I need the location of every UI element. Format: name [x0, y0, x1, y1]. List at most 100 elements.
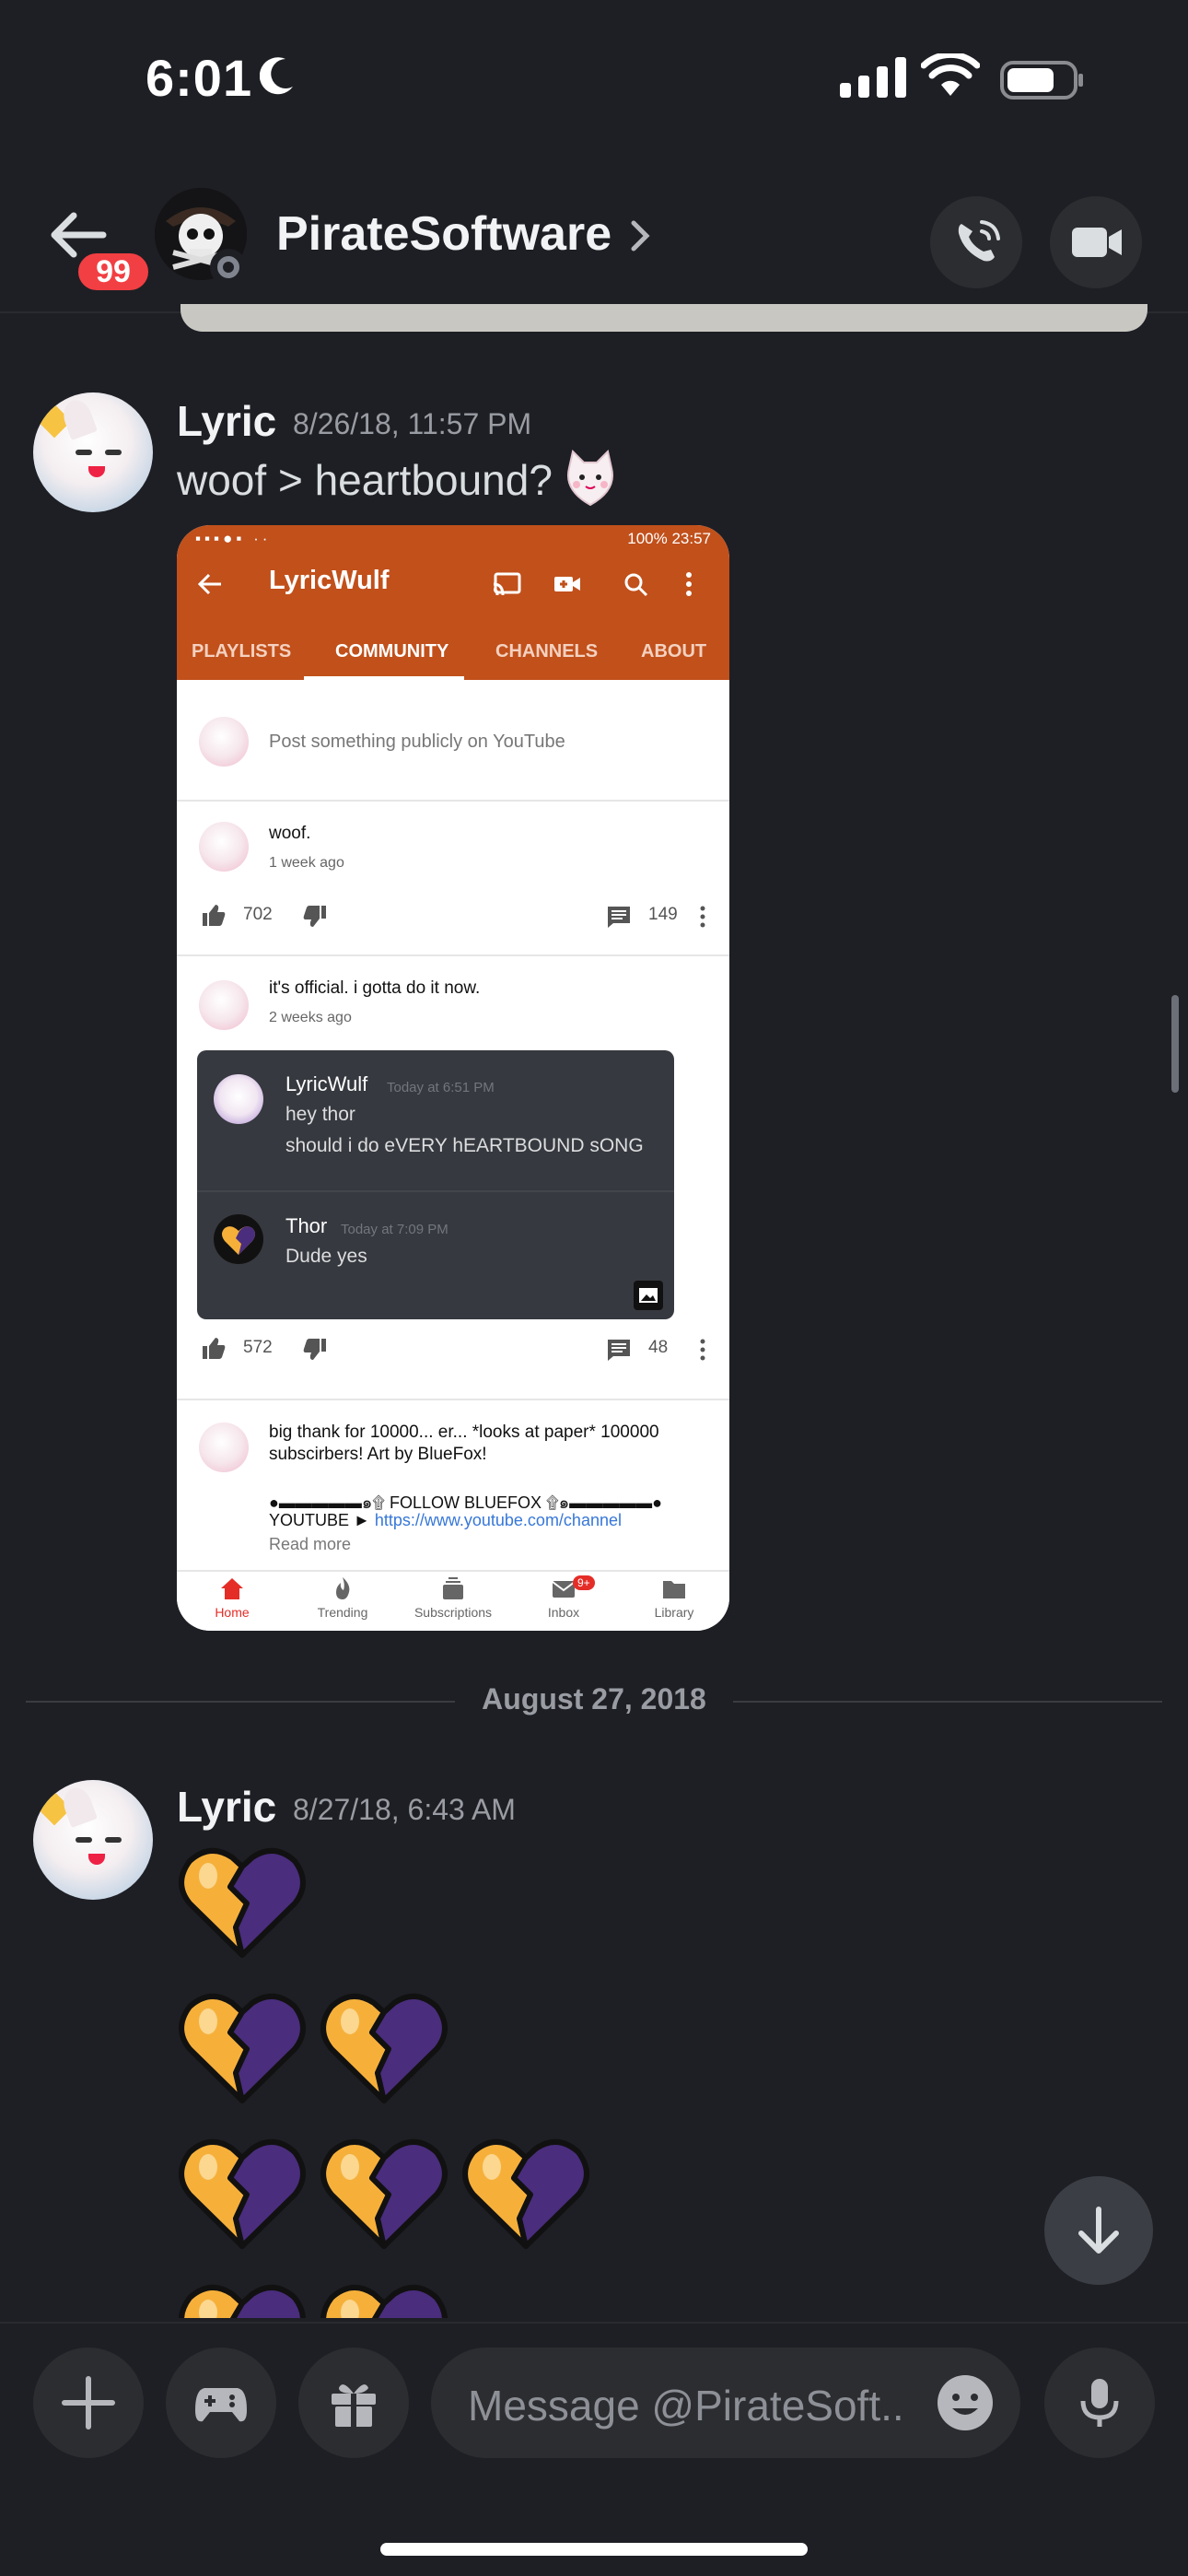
broken-heart-emoji-icon	[320, 1994, 448, 2103]
yt-status-bar: ▪▪▪●▪ ·· 100% 23:57	[177, 525, 729, 553]
cast-icon	[493, 572, 521, 596]
yt-post-text: subscirbers! Art by BlueFox!	[269, 1445, 487, 1464]
offline-status-indicator	[210, 249, 247, 286]
yt-post: big thank for 10000... er... *looks at p…	[177, 1400, 729, 1570]
broken-heart-emoji-icon	[320, 2139, 448, 2249]
flame-icon	[336, 1577, 350, 1599]
gift-icon	[332, 2384, 376, 2427]
video-camera-icon	[1072, 228, 1122, 257]
home-indicator[interactable]	[380, 2543, 808, 2556]
yt-link-prefix: YOUTUBE ►	[269, 1511, 375, 1529]
yt-nav-label: Home	[215, 1605, 250, 1620]
microphone-icon	[1080, 2379, 1119, 2427]
yt-post-age: 1 week ago	[269, 855, 344, 871]
discord-screenshot-embed: LyricWulf Today at 6:51 PM hey thor shou…	[197, 1050, 674, 1319]
previous-image-attachment[interactable]	[181, 304, 1147, 332]
lyric-avatar[interactable]	[33, 392, 153, 512]
yt-tab-playlists: PLAYLISTS	[192, 641, 292, 662]
comment-icon	[608, 907, 630, 928]
yt-nav-subscriptions: Subscriptions	[398, 1575, 508, 1620]
subscriptions-icon	[443, 1577, 463, 1599]
yt-post-text: woof.	[269, 824, 311, 843]
embed-line: should i do eVERY hEARTBOUND sONG	[285, 1135, 644, 1156]
more-vertical-icon	[700, 1339, 705, 1361]
yt-comment-count: 48	[648, 1338, 669, 1357]
message-timestamp: 8/27/18, 6:43 AM	[293, 1793, 516, 1826]
yt-post-prompt-row: Post something publicly on YouTube	[177, 680, 729, 802]
date-divider: August 27, 2018	[26, 1682, 1162, 1715]
unread-badge: 99	[74, 249, 153, 295]
message-text: woof > heartbound?	[177, 456, 553, 504]
yt-post: woof. 1 week ago 702 149	[177, 802, 729, 956]
heart-icon	[222, 1226, 255, 1255]
image-attachment[interactable]: ▪▪▪●▪ ·· 100% 23:57 LyricWulf PLAYLISTS …	[177, 525, 729, 1631]
message-input[interactable]: Message @PirateSoft...	[431, 2348, 1020, 2458]
thumbs-down-icon	[303, 906, 326, 927]
comment-icon	[608, 1340, 630, 1361]
emoji-picker-icon[interactable]	[936, 2373, 995, 2432]
chevron-right-icon[interactable]	[628, 217, 652, 254]
thumbs-up-icon	[203, 905, 226, 926]
yt-channel-title: LyricWulf	[269, 566, 390, 595]
yt-like-count: 702	[243, 905, 273, 924]
message-composer: Message @PirateSoft...	[0, 2322, 1188, 2576]
embed-time-2: Today at 7:09 PM	[341, 1222, 448, 1237]
yt-like-count: 572	[243, 1338, 273, 1357]
yt-header: ▪▪▪●▪ ·· 100% 23:57 LyricWulf PLAYLISTS …	[177, 525, 729, 680]
yt-comment-count: 149	[648, 905, 678, 924]
video-call-button[interactable]	[1050, 196, 1142, 288]
embed-author-1: LyricWulf	[285, 1072, 368, 1095]
more-vertical-icon	[686, 572, 692, 596]
embed-avatar-thor	[214, 1214, 263, 1264]
yt-nav-trending: Trending	[287, 1575, 398, 1620]
thumbs-down-icon	[303, 1339, 326, 1360]
phone-icon	[958, 220, 1000, 262]
folder-icon	[663, 1581, 685, 1598]
cellular-signal-icon	[840, 57, 906, 98]
yt-tab-about: ABOUT	[641, 641, 707, 662]
embed-author-2: Thor	[285, 1214, 328, 1237]
home-icon	[221, 1578, 243, 1599]
embed-avatar-lyricwulf	[214, 1074, 263, 1124]
broken-heart-emoji-icon	[179, 1848, 306, 1958]
yt-avatar	[199, 822, 249, 872]
yt-bottom-nav: Home Trending Subscriptions 9+ Inbox Lib…	[177, 1570, 729, 1631]
yt-status-icons: ▪▪▪●▪ ··	[195, 530, 272, 547]
embed-line: hey thor	[285, 1104, 355, 1125]
yt-nav-inbox: 9+ Inbox	[508, 1575, 619, 1620]
attach-button[interactable]	[33, 2348, 144, 2458]
jump-to-present-button[interactable]	[1044, 2176, 1153, 2285]
cat-emoji-icon	[567, 450, 613, 507]
yt-avatar	[199, 1423, 249, 1472]
scroll-indicator[interactable]	[1171, 995, 1179, 1093]
broken-heart-emoji-icon	[179, 2139, 306, 2249]
dm-channel-name[interactable]: PirateSoftware	[276, 206, 611, 262]
yt-avatar	[199, 717, 249, 767]
message-author[interactable]: Lyric	[177, 396, 276, 446]
yt-nav-library: Library	[619, 1575, 729, 1620]
yt-back-icon	[197, 573, 221, 595]
status-time: 6:01	[146, 49, 253, 107]
thumbs-up-icon	[203, 1338, 226, 1359]
broken-heart-emoji-icon	[462, 2139, 589, 2249]
moon-icon	[260, 57, 293, 95]
yt-nav-label: Trending	[317, 1605, 368, 1620]
yt-avatar	[199, 980, 249, 1030]
apps-button[interactable]	[166, 2348, 276, 2458]
image-icon	[634, 1281, 663, 1310]
inbox-badge: 9+	[573, 1575, 595, 1590]
voice-call-button[interactable]	[930, 196, 1022, 288]
message-author[interactable]: Lyric	[177, 1782, 276, 1832]
yt-status-right: 100% 23:57	[627, 530, 711, 547]
gift-button[interactable]	[298, 2348, 409, 2458]
search-icon	[624, 573, 648, 597]
yt-nav-home: Home	[177, 1575, 287, 1620]
date-divider-label: August 27, 2018	[482, 1682, 706, 1715]
yt-read-more: Read more	[269, 1535, 352, 1553]
broken-heart-emoji-icon	[320, 2285, 448, 2318]
broken-heart-emoji-icon	[179, 1994, 306, 2103]
voice-message-button[interactable]	[1044, 2348, 1155, 2458]
embed-divider	[197, 1190, 674, 1192]
yt-nav-label: Subscriptions	[413, 1605, 493, 1620]
lyric-avatar[interactable]	[33, 1780, 153, 1900]
